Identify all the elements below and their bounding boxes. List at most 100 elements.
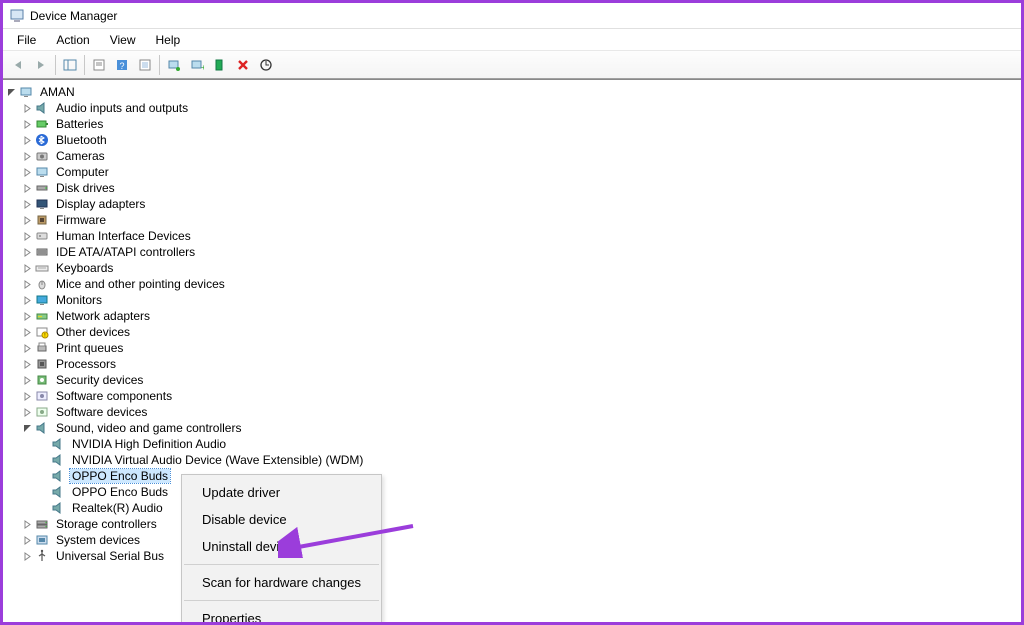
system-icon bbox=[34, 532, 50, 548]
expand-icon[interactable] bbox=[21, 214, 33, 226]
tree-node[interactable]: Universal Serial Bus bbox=[5, 548, 1019, 564]
expand-icon[interactable] bbox=[21, 182, 33, 194]
expand-icon[interactable] bbox=[21, 230, 33, 242]
tree-node-label: Keyboards bbox=[54, 261, 115, 275]
expand-icon[interactable] bbox=[21, 246, 33, 258]
expand-icon[interactable] bbox=[21, 198, 33, 210]
expand-icon[interactable] bbox=[21, 342, 33, 354]
printer-icon bbox=[34, 340, 50, 356]
tree-node[interactable]: Storage controllers bbox=[5, 516, 1019, 532]
tree-node[interactable]: Keyboards bbox=[5, 260, 1019, 276]
tree-node[interactable]: System devices bbox=[5, 532, 1019, 548]
tree-node[interactable]: NVIDIA Virtual Audio Device (Wave Extens… bbox=[5, 452, 1019, 468]
tree-node[interactable]: Realtek(R) Audio bbox=[5, 500, 1019, 516]
tree-node[interactable]: Mice and other pointing devices bbox=[5, 276, 1019, 292]
menu-file[interactable]: File bbox=[7, 31, 46, 49]
menu-view[interactable]: View bbox=[100, 31, 146, 49]
tree-node[interactable]: Disk drives bbox=[5, 180, 1019, 196]
tree-node[interactable]: !Other devices bbox=[5, 324, 1019, 340]
keyboard-icon bbox=[34, 260, 50, 276]
context-menu-item[interactable]: Properties bbox=[182, 605, 381, 622]
expand-icon[interactable] bbox=[21, 374, 33, 386]
tree-node[interactable]: Software components bbox=[5, 388, 1019, 404]
tree-node[interactable]: Batteries bbox=[5, 116, 1019, 132]
expand-icon[interactable] bbox=[21, 118, 33, 130]
context-menu-separator bbox=[184, 600, 379, 601]
monitor-add-icon[interactable]: + bbox=[186, 54, 208, 76]
forward-arrow-icon[interactable] bbox=[30, 54, 52, 76]
show-hide-tree-icon[interactable] bbox=[59, 54, 81, 76]
expand-icon[interactable] bbox=[21, 326, 33, 338]
svg-text:+: + bbox=[201, 63, 204, 72]
tree-node[interactable]: Network adapters bbox=[5, 308, 1019, 324]
refresh-icon[interactable] bbox=[134, 54, 156, 76]
root-icon bbox=[18, 84, 34, 100]
tree-node[interactable]: Monitors bbox=[5, 292, 1019, 308]
expand-icon[interactable] bbox=[21, 166, 33, 178]
tree-node[interactable]: Human Interface Devices bbox=[5, 228, 1019, 244]
properties-icon[interactable] bbox=[88, 54, 110, 76]
tree-node-label: Human Interface Devices bbox=[54, 229, 193, 243]
tree-node[interactable]: Computer bbox=[5, 164, 1019, 180]
back-arrow-icon[interactable] bbox=[7, 54, 29, 76]
scan-hardware-icon[interactable] bbox=[163, 54, 185, 76]
tree-node[interactable]: Processors bbox=[5, 356, 1019, 372]
expand-icon[interactable] bbox=[21, 518, 33, 530]
tree-node-label: Display adapters bbox=[54, 197, 147, 211]
context-menu-item[interactable]: Update driver bbox=[182, 479, 381, 506]
tree-node[interactable]: OPPO Enco Buds bbox=[5, 484, 1019, 500]
expand-icon[interactable] bbox=[21, 358, 33, 370]
tree-node-label: Sound, video and game controllers bbox=[54, 421, 243, 435]
uninstall-device-icon[interactable] bbox=[209, 54, 231, 76]
tree-node[interactable]: Security devices bbox=[5, 372, 1019, 388]
mouse-icon bbox=[34, 276, 50, 292]
tree-node[interactable]: Software devices bbox=[5, 404, 1019, 420]
disk-icon bbox=[34, 180, 50, 196]
expand-icon[interactable] bbox=[21, 534, 33, 546]
tree-node[interactable]: Print queues bbox=[5, 340, 1019, 356]
tree-node[interactable]: Bluetooth bbox=[5, 132, 1019, 148]
storage-icon bbox=[34, 516, 50, 532]
expand-icon[interactable] bbox=[21, 278, 33, 290]
context-menu-item[interactable]: Scan for hardware changes bbox=[182, 569, 381, 596]
tree-node[interactable]: OPPO Enco Buds bbox=[5, 468, 1019, 484]
tree-node[interactable]: Audio inputs and outputs bbox=[5, 100, 1019, 116]
tree-node[interactable]: Display adapters bbox=[5, 196, 1019, 212]
menu-help[interactable]: Help bbox=[146, 31, 191, 49]
expand-icon[interactable] bbox=[21, 102, 33, 114]
expand-icon[interactable] bbox=[21, 150, 33, 162]
tree-node-label: IDE ATA/ATAPI controllers bbox=[54, 245, 197, 259]
app-icon bbox=[9, 8, 25, 24]
help-icon[interactable]: ? bbox=[111, 54, 133, 76]
network-icon bbox=[34, 308, 50, 324]
audio-icon bbox=[50, 484, 66, 500]
tree-root-node[interactable]: AMAN bbox=[5, 84, 1019, 100]
ide-icon bbox=[34, 244, 50, 260]
context-menu-item[interactable]: Disable device bbox=[182, 506, 381, 533]
menu-action[interactable]: Action bbox=[46, 31, 99, 49]
expand-icon[interactable] bbox=[21, 134, 33, 146]
svg-text:!: ! bbox=[44, 333, 45, 339]
collapse-icon[interactable] bbox=[21, 422, 33, 434]
tree-node[interactable]: IDE ATA/ATAPI controllers bbox=[5, 244, 1019, 260]
context-menu-item[interactable]: Uninstall device bbox=[182, 533, 381, 560]
tree-node[interactable]: NVIDIA High Definition Audio bbox=[5, 436, 1019, 452]
collapse-icon[interactable] bbox=[5, 86, 17, 98]
expand-icon[interactable] bbox=[21, 294, 33, 306]
tree-node-label: Storage controllers bbox=[54, 517, 159, 531]
tree-node[interactable]: Sound, video and game controllers bbox=[5, 420, 1019, 436]
expand-icon[interactable] bbox=[21, 310, 33, 322]
expand-icon[interactable] bbox=[21, 406, 33, 418]
expand-icon[interactable] bbox=[21, 550, 33, 562]
expand-icon[interactable] bbox=[21, 390, 33, 402]
device-tree[interactable]: AMANAudio inputs and outputsBatteriesBlu… bbox=[3, 79, 1021, 622]
expand-icon[interactable] bbox=[21, 262, 33, 274]
tree-node-label: OPPO Enco Buds bbox=[70, 485, 170, 499]
update-driver-icon[interactable] bbox=[255, 54, 277, 76]
camera-icon bbox=[34, 148, 50, 164]
title-bar: Device Manager bbox=[3, 3, 1021, 29]
monitor-icon bbox=[34, 292, 50, 308]
delete-icon[interactable] bbox=[232, 54, 254, 76]
tree-node[interactable]: Cameras bbox=[5, 148, 1019, 164]
tree-node[interactable]: Firmware bbox=[5, 212, 1019, 228]
